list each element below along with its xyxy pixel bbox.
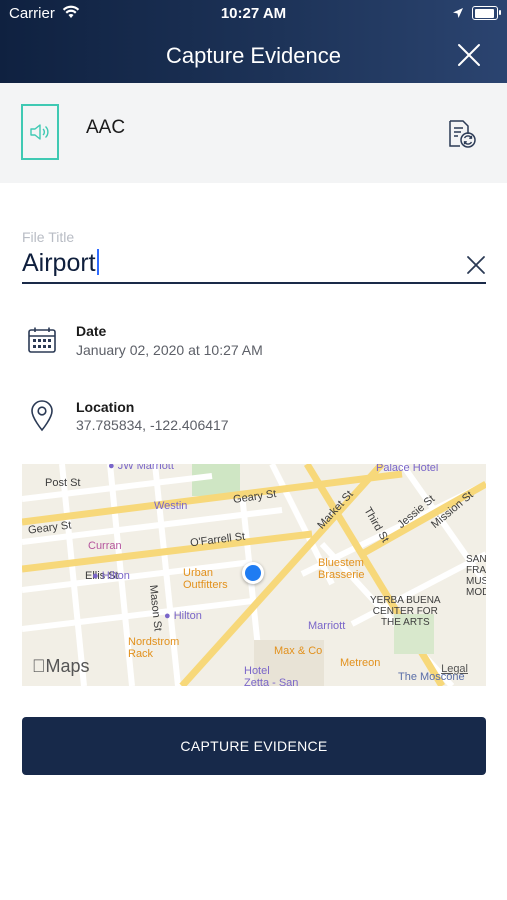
close-icon[interactable]: [456, 42, 482, 68]
location-map[interactable]: Post St Geary St Geary St O'Farrell St E…: [22, 464, 486, 686]
poi-metreon: Metreon: [340, 657, 381, 669]
calendar-icon: [28, 327, 56, 353]
map-legal-link[interactable]: Legal: [441, 663, 468, 675]
status-bar: Carrier 10:27 AM: [0, 0, 507, 28]
poi-nordstrom-rack: Nordstrom Rack: [128, 636, 180, 660]
location-value: 37.785834, -122.406417: [76, 417, 229, 433]
file-title-value: Airport: [22, 249, 96, 277]
street-post: Post St: [45, 477, 81, 489]
file-title-input[interactable]: Airport: [22, 249, 99, 278]
media-attachment-bar: [0, 83, 507, 183]
battery-icon: [472, 6, 501, 20]
text-cursor: [96, 249, 99, 275]
replace-file-icon[interactable]: [446, 118, 478, 150]
clear-icon[interactable]: [465, 254, 487, 276]
current-location-dot: [242, 562, 264, 584]
poi-hilton-2: ● Hilton: [164, 610, 202, 622]
poi-sf-museum: SAN FRA MUS MOD: [466, 554, 486, 598]
poi-westin: Westin: [154, 500, 188, 512]
poi-curran: Curran: [88, 540, 122, 552]
speaker-icon: [30, 124, 49, 140]
audio-thumbnail[interactable]: [21, 104, 59, 160]
maps-logo: Maps: [32, 656, 90, 676]
poi-max-co: Max & Co: [274, 645, 323, 657]
file-title-label: File Title: [22, 229, 75, 245]
capture-evidence-button[interactable]: CAPTURE EVIDENCE: [22, 717, 486, 775]
status-time: 10:27 AM: [220, 5, 287, 22]
page-title: Capture Evidence: [166, 43, 341, 68]
poi-urban-outfitters: Urban Outfitters: [183, 567, 228, 591]
date-label: Date: [76, 323, 107, 339]
file-title-underline: [22, 282, 486, 284]
location-services-icon: [453, 8, 463, 18]
media-file-type: AAC: [86, 117, 126, 138]
header: Carrier 10:27 AM Capture Evidence: [0, 0, 507, 83]
date-value: January 02, 2020 at 10:27 AM: [76, 342, 263, 358]
location-label: Location: [76, 399, 135, 415]
poi-hilton-1: ● Hilton: [92, 570, 130, 582]
poi-jw-marriott: ● JW Marriott: [108, 464, 174, 472]
poi-palace-hotel: Palace Hotel: [376, 464, 439, 474]
location-pin-icon: [31, 400, 53, 432]
poi-marriott: Marriott: [308, 620, 346, 632]
poi-bluestem: Bluestem Brasserie: [318, 557, 365, 581]
poi-hotel-zetta: Hotel Zetta - San: [244, 665, 299, 686]
poi-yerba-buena: YERBA BUENA CENTER FOR THE ARTS: [370, 595, 441, 628]
